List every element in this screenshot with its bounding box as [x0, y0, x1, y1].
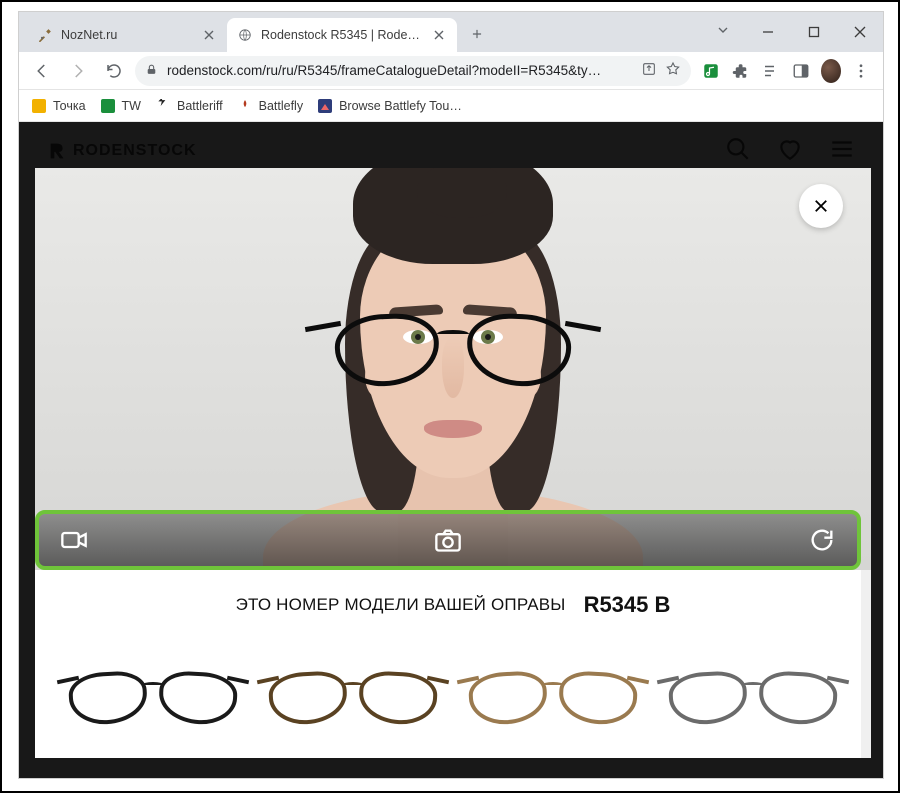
- maximize-button[interactable]: [791, 12, 837, 52]
- titlebar: NozNet.ru Rodenstock R5345 | Rodenstock: [19, 12, 883, 52]
- reading-list-icon[interactable]: [761, 61, 781, 81]
- bookmark-label: Browse Battlefy Tou…: [339, 99, 462, 113]
- globe-icon: [237, 27, 253, 43]
- model-info: ЭТО НОМЕР МОДЕЛИ ВАШЕЙ ОПРАВЫ R5345 B: [35, 570, 871, 634]
- bookmark-label: Battleriff: [177, 99, 223, 113]
- variant-thumb[interactable]: [663, 652, 843, 742]
- variant-thumb[interactable]: [263, 652, 443, 742]
- variant-thumbnails: [35, 634, 871, 742]
- bookmark-icon: [155, 98, 171, 114]
- reload-button[interactable]: [805, 523, 839, 557]
- extensions-puzzle-icon[interactable]: [731, 61, 751, 81]
- tab-label: Rodenstock R5345 | Rodenstock: [261, 28, 423, 42]
- page-viewport: RODENSTOCK: [19, 122, 883, 778]
- tab-close-icon[interactable]: [201, 27, 217, 43]
- tryon-modal: ЭТО НОМЕР МОДЕЛИ ВАШЕЙ ОПРАВЫ R5345 B: [35, 168, 871, 758]
- address-bar[interactable]: rodenstock.com/ru/ru/R5345/frameCatalogu…: [135, 56, 691, 86]
- variant-thumb[interactable]: [63, 652, 243, 742]
- share-icon[interactable]: [641, 61, 657, 80]
- window-controls: [745, 12, 883, 52]
- kebab-menu-icon[interactable]: [851, 61, 871, 81]
- model-code: R5345 B: [584, 592, 671, 618]
- back-button[interactable]: [27, 56, 57, 86]
- video-button[interactable]: [57, 523, 91, 557]
- camera-button[interactable]: [431, 523, 465, 557]
- tab-noznet[interactable]: NozNet.ru: [27, 18, 227, 52]
- side-panel-icon[interactable]: [791, 61, 811, 81]
- tab-label: NozNet.ru: [61, 28, 193, 42]
- variant-thumb[interactable]: [463, 652, 643, 742]
- wrench-icon: [37, 27, 53, 43]
- bookmark-icon: [31, 98, 47, 114]
- bookmarks-bar: Точка TW Battleriff Battlefly Browse Bat…: [19, 90, 883, 122]
- tryon-preview: [35, 168, 871, 570]
- tryon-controls: [39, 514, 857, 566]
- bookmark-battlefy[interactable]: Browse Battlefy Tou…: [317, 98, 462, 114]
- bookmark-label: Battlefly: [259, 99, 303, 113]
- close-button[interactable]: [799, 184, 843, 228]
- screenshot-frame: NozNet.ru Rodenstock R5345 | Rodenstock: [0, 0, 900, 793]
- bookmark-label: Точка: [53, 99, 86, 113]
- bookmark-icon: [237, 98, 253, 114]
- glasses-overlay: [335, 314, 571, 394]
- bookmark-tochka[interactable]: Точка: [31, 98, 86, 114]
- reload-button[interactable]: [99, 56, 129, 86]
- browser-window: NozNet.ru Rodenstock R5345 | Rodenstock: [19, 12, 883, 778]
- extensions: [697, 61, 875, 81]
- bookmark-tw[interactable]: TW: [100, 98, 141, 114]
- profile-avatar[interactable]: [821, 61, 841, 81]
- toolbar: rodenstock.com/ru/ru/R5345/frameCatalogu…: [19, 52, 883, 90]
- bookmark-icon: [100, 98, 116, 114]
- forward-button[interactable]: [63, 56, 93, 86]
- url-text: rodenstock.com/ru/ru/R5345/frameCatalogu…: [167, 63, 633, 78]
- lock-icon: [145, 63, 159, 79]
- bookmark-label: TW: [122, 99, 141, 113]
- bookmark-battleriff[interactable]: Battleriff: [155, 98, 223, 114]
- face-photo: [263, 168, 643, 570]
- bookmark-icon: [317, 98, 333, 114]
- model-label: ЭТО НОМЕР МОДЕЛИ ВАШЕЙ ОПРАВЫ: [236, 595, 566, 615]
- minimize-button[interactable]: [745, 12, 791, 52]
- tab-close-icon[interactable]: [431, 27, 447, 43]
- tab-strip: NozNet.ru Rodenstock R5345 | Rodenstock: [19, 12, 491, 52]
- star-icon[interactable]: [665, 61, 681, 80]
- tab-search-button[interactable]: [715, 22, 731, 43]
- new-tab-button[interactable]: [463, 20, 491, 48]
- close-window-button[interactable]: [837, 12, 883, 52]
- tab-rodenstock[interactable]: Rodenstock R5345 | Rodenstock: [227, 18, 457, 52]
- extension-music-icon[interactable]: [701, 61, 721, 81]
- bookmark-battlefly[interactable]: Battlefly: [237, 98, 303, 114]
